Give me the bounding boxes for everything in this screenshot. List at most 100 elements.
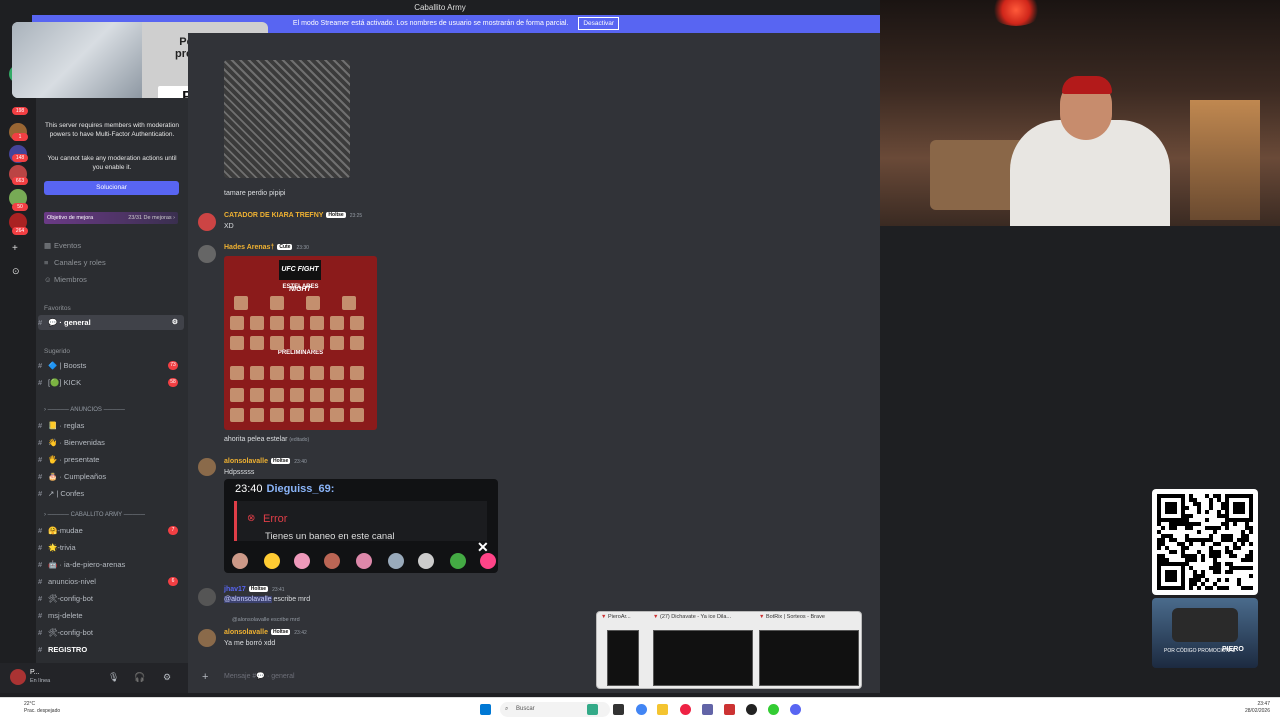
sidebar-link-channels-roles[interactable]: ≡ Canales y roles: [44, 257, 106, 269]
qr-module: [1249, 514, 1253, 518]
qr-module: [1165, 506, 1169, 510]
avatar[interactable]: [198, 458, 216, 476]
avatar[interactable]: [198, 245, 216, 263]
qr-module: [1225, 586, 1229, 590]
channel-trivia[interactable]: # 🌟-trivia: [38, 540, 184, 555]
hash-icon: #: [38, 611, 43, 620]
ufc-fight-card-image[interactable]: UFC FIGHT NIGHT ESTELARES PRELIMINARES: [224, 256, 377, 430]
folder-icon[interactable]: [657, 704, 668, 715]
clock[interactable]: 23:47 28/02/2026: [1245, 701, 1270, 715]
avatar[interactable]: [10, 669, 26, 685]
qr-module: [1197, 586, 1201, 590]
channel-registro[interactable]: # REGISTRO: [38, 642, 184, 657]
boost-goal[interactable]: 23/31 De mejoras › Objetivo de mejora: [44, 212, 178, 224]
avatar[interactable]: [198, 213, 216, 231]
disable-streamer-button[interactable]: Desactivar: [578, 17, 620, 30]
message-author[interactable]: CATADOR DE KIARA TREFNY Holtse 23:25: [224, 212, 362, 219]
plus-icon[interactable]: +: [202, 668, 208, 686]
channel-boosts[interactable]: # 🔷 | Boosts 73: [38, 358, 184, 373]
qr-module: [1249, 518, 1253, 522]
app-icon[interactable]: [587, 704, 598, 715]
qr-module: [1217, 514, 1221, 518]
qr-module: [1157, 562, 1161, 566]
avatar[interactable]: [198, 588, 216, 606]
preview-window[interactable]: ▼ (27) Dichavate - Ya ice Dila...: [653, 614, 753, 686]
username: P...: [30, 669, 40, 676]
message-author[interactable]: alonsolavalle Holtse 23:42: [224, 629, 307, 636]
teams-icon[interactable]: [702, 704, 713, 715]
channel-confes[interactable]: # ↗ | Confes: [38, 486, 184, 501]
settings-icon[interactable]: ⚙: [172, 315, 178, 330]
qr-module: [1205, 526, 1209, 530]
discord-icon[interactable]: [790, 704, 801, 715]
qr-module: [1169, 562, 1173, 566]
channel-config-bot[interactable]: # 🛠-config-bot: [38, 591, 184, 606]
channel-presentate[interactable]: # 🖐 · presentate: [38, 452, 184, 467]
qr-module: [1217, 562, 1221, 566]
weather-widget[interactable]: 22°C Prac. despejado: [24, 701, 60, 715]
windows-start-icon[interactable]: [480, 704, 491, 715]
edited-label: (editado): [289, 437, 310, 443]
unread-badge: 6: [168, 577, 178, 586]
message-author[interactable]: jhav17 Holtse 23:41: [224, 586, 285, 593]
preview-window[interactable]: ▼ BotRix | Sorteos - Brave: [759, 614, 859, 686]
reply-preview[interactable]: @alonsolavalle escribe mrd: [232, 617, 300, 623]
category-caballito[interactable]: › ───── CABALLITO ARMY ─────: [44, 512, 145, 518]
channel-label: anuncios-nivel: [48, 577, 96, 586]
app-icon[interactable]: [613, 704, 624, 715]
role-tag: Holtse: [270, 629, 291, 636]
sidebar-link-members[interactable]: ☺ Miembros: [44, 274, 87, 286]
qr-module: [1181, 582, 1185, 586]
avatar[interactable]: [198, 629, 216, 647]
message-text: ahorita pelea estelar (editado): [224, 436, 309, 443]
channel-config-bot-2[interactable]: # 🛠-config-bot: [38, 625, 184, 640]
fighter-photo: [310, 366, 324, 380]
channel-ia[interactable]: # 🤖 · ia-de-piero-arenas: [38, 557, 184, 572]
brave-icon[interactable]: [724, 704, 735, 715]
channel-bienvenidas[interactable]: # 👋 · Bienvenidas: [38, 435, 184, 450]
microphone-icon[interactable]: 🎙: [108, 672, 119, 683]
qr-module: [1169, 502, 1173, 506]
qr-module: [1201, 582, 1205, 586]
qr-module: [1173, 570, 1177, 574]
weather-desc: Prac. despejado: [24, 708, 61, 714]
fighter-photo: [270, 316, 284, 330]
hash-icon: #: [38, 361, 43, 370]
preview-title: (27) Dichavate - Ya ice Dila...: [659, 614, 732, 620]
qr-module: [1233, 518, 1237, 522]
channel-general[interactable]: # 💬 · general ⚙: [38, 315, 184, 330]
settings-icon[interactable]: ⚙: [163, 672, 171, 683]
qr-module: [1213, 550, 1217, 554]
sidebar-link-events[interactable]: ▦ Eventos: [44, 240, 81, 252]
mention[interactable]: @alonsolavalle: [224, 596, 272, 603]
error-body: Tienes un baneo en este canal: [265, 531, 395, 542]
qr-module: [1197, 506, 1201, 510]
qr-module: [1205, 586, 1209, 590]
channel-reglas[interactable]: # 📒 · reglas: [38, 418, 184, 433]
qr-module: [1229, 570, 1233, 574]
solve-button[interactable]: Solucionar: [44, 181, 179, 195]
chrome-icon[interactable]: [636, 704, 647, 715]
channel-cumpleanos[interactable]: # 🎂 · Cumpleaños: [38, 469, 184, 484]
channel-kick[interactable]: # [🟢] KICK 58: [38, 375, 184, 390]
app-icon[interactable]: [680, 704, 691, 715]
category-anuncios[interactable]: › ───── ANUNCIOS ─────: [44, 407, 125, 413]
fighter-photo: [350, 316, 364, 330]
channel-mudae[interactable]: # 🤗-mudae 7: [38, 523, 184, 538]
qr-module: [1229, 550, 1233, 554]
channel-msj-delete[interactable]: # msj-delete: [38, 608, 184, 623]
add-server-icon[interactable]: +: [12, 243, 18, 254]
search-icon: ⌕: [505, 706, 509, 712]
message-author[interactable]: Hades Arenas† Cute 23:30: [224, 244, 309, 251]
qr-module: [1165, 546, 1169, 550]
message-author[interactable]: alonsolavalle Holtse 23:40: [224, 458, 307, 465]
preview-window[interactable]: ▼ PieroAr...: [601, 614, 639, 686]
suggested-header: Sugerido: [44, 348, 71, 355]
explore-icon[interactable]: ⊙: [12, 266, 20, 277]
obs-icon[interactable]: [746, 704, 757, 715]
headphones-icon[interactable]: 🎧: [134, 672, 145, 683]
app-icon[interactable]: [768, 704, 779, 715]
qr-module: [1217, 550, 1221, 554]
channel-anuncios-nivel[interactable]: # anuncios-nivel 6: [38, 574, 184, 589]
message-image[interactable]: [224, 60, 350, 178]
